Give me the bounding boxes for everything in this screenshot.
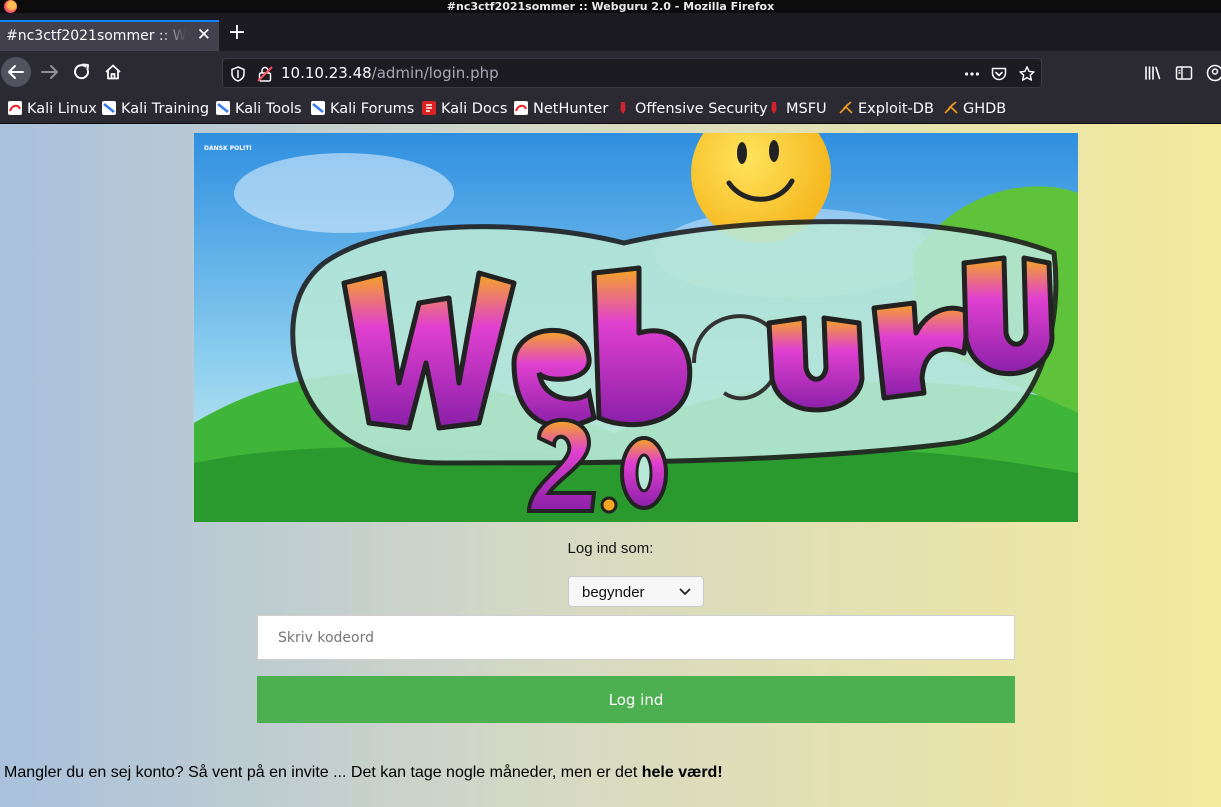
back-arrow-icon bbox=[8, 65, 24, 79]
role-select-value: begynder bbox=[582, 584, 645, 601]
url-path: /admin/login.php bbox=[371, 64, 499, 82]
kali-icon bbox=[8, 101, 22, 115]
login-button[interactable]: Log ind bbox=[257, 676, 1015, 723]
footer-bold-text: hele værd! bbox=[641, 764, 723, 781]
bookmark-offensive-security[interactable]: Offensive Security bbox=[616, 99, 768, 119]
nethunter-icon bbox=[514, 101, 528, 115]
url-text[interactable]: 10.10.23.48/admin/login.php bbox=[281, 64, 499, 82]
bookmark-exploit-db[interactable]: Exploit-DB bbox=[839, 99, 934, 119]
chevron-down-icon bbox=[679, 588, 691, 595]
forward-arrow-icon bbox=[41, 65, 58, 79]
banner-small-label: DANSK POLITI bbox=[204, 145, 252, 152]
msfu-icon bbox=[771, 102, 777, 114]
back-button[interactable] bbox=[1, 57, 31, 87]
home-icon bbox=[105, 64, 121, 80]
webguru-banner-image: DANSK POLITI bbox=[194, 133, 1078, 522]
url-bar[interactable]: 10.10.23.48/admin/login.php bbox=[222, 58, 1042, 88]
bookmark-star-icon[interactable] bbox=[1018, 65, 1036, 83]
tab-active[interactable]: #nc3ctf2021sommer :: Webguru 2.0 - Mozil… bbox=[0, 20, 219, 51]
bookmark-kali-docs[interactable]: Kali Docs bbox=[422, 99, 507, 119]
sidebar-icon[interactable] bbox=[1174, 63, 1194, 83]
bookmark-kali-forums[interactable]: Kali Forums bbox=[311, 99, 414, 119]
footer-text: Mangler du en sej konto? Så vent på en i… bbox=[4, 764, 642, 781]
login-as-label: Log ind som: bbox=[567, 540, 654, 557]
window-title: #nc3ctf2021sommer :: Webguru 2.0 - Mozil… bbox=[446, 0, 775, 13]
page-actions-menu-icon[interactable] bbox=[963, 65, 981, 83]
kali-training-icon bbox=[102, 101, 116, 115]
password-input[interactable] bbox=[257, 615, 1015, 660]
insecure-lock-icon[interactable] bbox=[256, 65, 274, 83]
bookmark-kali-training[interactable]: Kali Training bbox=[102, 99, 209, 119]
kali-docs-icon bbox=[422, 101, 436, 115]
footer-message: Mangler du en sej konto? Så vent på en i… bbox=[4, 764, 723, 782]
reload-button[interactable] bbox=[67, 57, 97, 87]
kali-tools-icon bbox=[216, 101, 230, 115]
forward-button[interactable] bbox=[35, 57, 65, 87]
role-select[interactable]: begynder bbox=[568, 576, 704, 607]
tab-title: #nc3ctf2021sommer :: Webguru 2.0 - Mozil… bbox=[6, 28, 186, 44]
navigation-toolbar: 10.10.23.48/admin/login.php bbox=[0, 51, 1221, 94]
pocket-icon[interactable] bbox=[990, 65, 1008, 83]
home-button[interactable] bbox=[98, 57, 128, 87]
bookmark-nethunter[interactable]: NetHunter bbox=[514, 99, 608, 119]
bookmark-ghdb[interactable]: GHDB bbox=[944, 99, 1006, 119]
bookmark-kali-linux[interactable]: Kali Linux bbox=[8, 99, 97, 119]
page-content: DANSK POLITI Log ind som: begynder Log i… bbox=[0, 124, 1221, 807]
reload-icon bbox=[74, 63, 90, 80]
exploitdb-icon bbox=[839, 101, 853, 114]
bookmark-kali-tools[interactable]: Kali Tools bbox=[216, 99, 302, 119]
new-tab-button[interactable]: + bbox=[226, 20, 248, 46]
ghdb-icon bbox=[944, 101, 958, 114]
url-host: 10.10.23.48 bbox=[281, 64, 372, 82]
firefox-logo-icon bbox=[4, 0, 17, 13]
tab-strip: #nc3ctf2021sommer :: Webguru 2.0 - Mozil… bbox=[0, 13, 1221, 51]
tracking-protection-shield-icon[interactable] bbox=[229, 65, 247, 83]
tab-close-icon[interactable]: ✕ bbox=[197, 25, 211, 45]
window-titlebar: #nc3ctf2021sommer :: Webguru 2.0 - Mozil… bbox=[0, 0, 1221, 13]
kali-forums-icon bbox=[311, 101, 325, 115]
offsec-icon bbox=[620, 102, 626, 114]
account-icon[interactable] bbox=[1205, 63, 1221, 83]
bookmarks-toolbar: Kali Linux Kali Training Kali Tools Kali… bbox=[0, 94, 1221, 124]
library-icon[interactable] bbox=[1143, 63, 1163, 83]
bookmark-msfu[interactable]: MSFU bbox=[767, 99, 827, 119]
